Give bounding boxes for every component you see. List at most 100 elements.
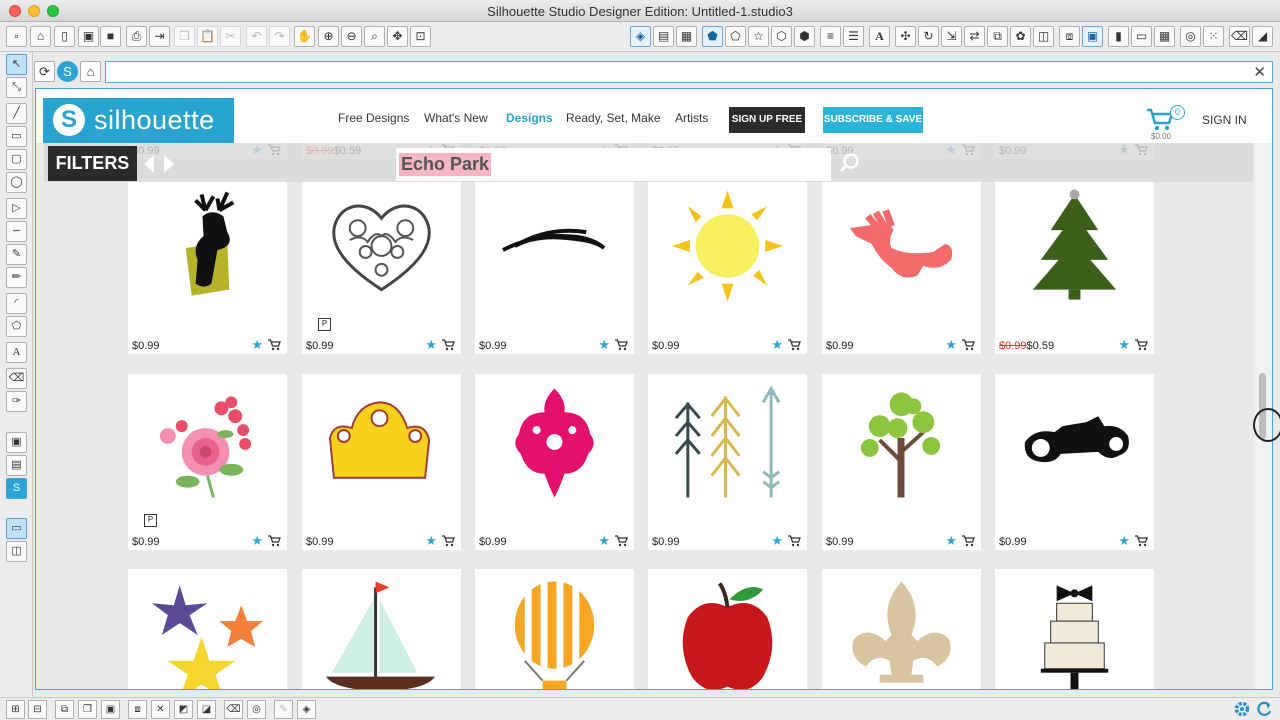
rotate-icon[interactable]: ↻ (918, 26, 939, 47)
make-compound-icon[interactable]: ⧉ (55, 700, 74, 719)
print-icon[interactable]: ⎙ (126, 26, 147, 47)
nav-designs[interactable]: Designs (506, 111, 553, 125)
redo-icon[interactable]: ↷ (269, 26, 290, 47)
eraser-bottom-icon[interactable]: ⌫ (224, 700, 243, 719)
design-card[interactable]: $0.99 ★ (475, 374, 634, 550)
add-to-cart-icon[interactable] (442, 338, 455, 351)
save-to-library-icon[interactable]: ■ (100, 26, 121, 47)
page-setup-icon[interactable]: ▭ (1131, 26, 1152, 47)
ellipse-tool-icon[interactable]: ◯ (6, 172, 27, 193)
search-input[interactable]: Echo Park (396, 148, 831, 181)
select-tool-icon[interactable]: ↖ (6, 54, 27, 75)
print-and-cut-icon[interactable]: ▣ (1082, 26, 1103, 47)
fit-to-page-icon[interactable]: ⊡ (410, 26, 431, 47)
delete-icon[interactable]: ✕ (151, 700, 170, 719)
design-card[interactable] (648, 569, 807, 689)
design-card[interactable] (302, 569, 461, 689)
design-card[interactable] (128, 569, 287, 689)
sign-in-link[interactable]: SIGN IN (1202, 113, 1247, 127)
freehand-tool-icon[interactable]: ✎ (6, 244, 27, 265)
curve-tool-icon[interactable]: ∽ (6, 221, 27, 242)
design-card[interactable]: P $0.99 ★ (302, 178, 461, 354)
sign-up-free-button[interactable]: SIGN UP FREE (729, 107, 805, 133)
nav-ready-set-make[interactable]: Ready, Set, Make (566, 111, 661, 125)
add-to-cart-icon[interactable] (442, 534, 455, 547)
pentagon-outline-icon[interactable]: ⬠ (725, 26, 746, 47)
library-icon[interactable]: ▯ (54, 26, 75, 47)
eraser-icon[interactable]: ⌫ (1229, 26, 1250, 47)
add-to-cart-icon[interactable] (788, 338, 801, 351)
home-icon[interactable]: ⌂ (80, 61, 101, 82)
offset-icon[interactable]: ◫ (1033, 26, 1054, 47)
sketch-icon[interactable]: ⬢ (794, 26, 815, 47)
favorite-star-icon[interactable]: ★ (1118, 337, 1130, 353)
favorite-star-icon[interactable]: ★ (598, 533, 610, 549)
drag-zoom-icon[interactable]: ✥ (387, 26, 408, 47)
cut-icon[interactable]: ✂ (220, 26, 241, 47)
favorite-star-icon[interactable]: ★ (771, 533, 783, 549)
bring-forward-icon[interactable]: ◩ (174, 700, 193, 719)
paste-icon[interactable]: 📋 (197, 26, 218, 47)
new-document-icon[interactable]: ▫ (6, 26, 27, 47)
send-backward-icon[interactable]: ◪ (197, 700, 216, 719)
transform-icon[interactable]: ✣ (895, 26, 916, 47)
silhouette-home-icon[interactable]: S (57, 61, 78, 82)
trace-bottom-icon[interactable]: ✎ (274, 700, 293, 719)
polygon-tool-icon[interactable]: ▷ (6, 198, 27, 219)
design-card[interactable] (995, 569, 1154, 689)
filters-button[interactable]: FILTERS (48, 146, 137, 181)
add-to-cart-icon[interactable] (268, 534, 281, 547)
design-card[interactable]: $0.99 ★ (648, 178, 807, 354)
filter-prev-arrow-icon[interactable] (144, 155, 154, 173)
favorite-star-icon[interactable]: ★ (945, 533, 957, 549)
registration-icon[interactable]: ◎ (1180, 26, 1201, 47)
design-card[interactable]: $0.99 ★ (475, 178, 634, 354)
add-to-cart-icon[interactable] (962, 534, 975, 547)
offset-bottom-icon[interactable]: ◎ (247, 700, 266, 719)
favorite-star-icon[interactable]: ★ (251, 337, 263, 353)
design-card[interactable] (475, 569, 634, 689)
favorite-star-icon[interactable]: ★ (425, 533, 437, 549)
modify-icon[interactable]: ✿ (1010, 26, 1031, 47)
arc-tool-icon[interactable]: ◜ (6, 293, 27, 314)
nav-whats-new[interactable]: What's New (424, 111, 488, 125)
design-store-icon[interactable]: S (6, 478, 27, 499)
pan-hand-icon[interactable]: ✋ (294, 26, 315, 47)
emboss-icon[interactable]: ⁙ (1203, 26, 1224, 47)
zoom-select-icon[interactable]: ⌕ (364, 26, 385, 47)
design-card[interactable] (822, 569, 981, 689)
search-icon[interactable] (839, 153, 859, 173)
design-card[interactable]: $0.99 ★ (128, 178, 287, 354)
pentagon-fill-icon[interactable]: ⬟ (702, 26, 723, 47)
favorite-star-icon[interactable]: ★ (251, 533, 263, 549)
add-to-cart-icon[interactable] (268, 338, 281, 351)
open-folder-icon[interactable]: ⌂ (30, 26, 51, 47)
design-card[interactable]: $0.99$0.59 ★ (995, 178, 1154, 354)
grid-icon[interactable]: ▦ (1154, 26, 1175, 47)
line-width-icon[interactable]: ☰ (843, 26, 864, 47)
zoom-in-icon[interactable]: ⊕ (318, 26, 339, 47)
rectangle-tool-icon[interactable]: ▭ (6, 126, 27, 147)
fill-color-icon[interactable]: ◈ (630, 26, 651, 47)
add-to-cart-icon[interactable] (1135, 338, 1148, 351)
line-tool-icon[interactable]: ╱ (6, 103, 27, 124)
move-icon[interactable]: ⇄ (964, 26, 985, 47)
undo-icon[interactable]: ↶ (246, 26, 267, 47)
copy-icon[interactable]: ❐ (174, 26, 195, 47)
replicate-icon[interactable]: ⧉ (987, 26, 1008, 47)
settings-gear-icon[interactable] (1233, 700, 1251, 718)
scale-icon[interactable]: ⇲ (941, 26, 962, 47)
filter-next-arrow-icon[interactable] (164, 155, 174, 173)
add-to-cart-icon[interactable] (615, 534, 628, 547)
sync-icon[interactable] (1255, 700, 1273, 718)
rounded-rectangle-tool-icon[interactable]: ▢ (6, 149, 27, 170)
favorite-star-icon[interactable]: ★ (1118, 533, 1130, 549)
smooth-freehand-tool-icon[interactable]: ✏ (6, 267, 27, 288)
split-view-icon[interactable]: ◫ (6, 541, 27, 562)
point-edit-tool-icon[interactable]: ⤡ (6, 77, 27, 98)
weld-icon[interactable]: ▣ (101, 700, 120, 719)
ungroup-icon[interactable]: ⊟ (28, 700, 47, 719)
cut-settings-icon[interactable]: ▮ (1108, 26, 1129, 47)
zoom-out-icon[interactable]: ⊖ (341, 26, 362, 47)
close-browser-icon[interactable]: ✕ (1253, 63, 1266, 81)
